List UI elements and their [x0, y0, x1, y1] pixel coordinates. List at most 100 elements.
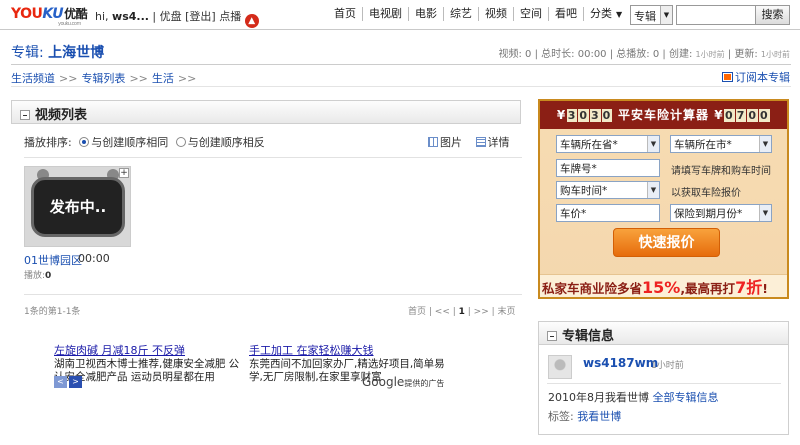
divider: [24, 157, 522, 158]
counter-digit: 7: [735, 109, 747, 122]
ad-prev-button[interactable]: <: [54, 376, 67, 388]
search-scope-select[interactable]: 专辑 ▼: [630, 5, 673, 25]
ad-title-link[interactable]: 手工加工 在家轻松赚大钱: [249, 342, 449, 358]
google-ads-label: Google提供的广告: [362, 375, 444, 389]
owner-username-link[interactable]: ws4187wm: [583, 356, 658, 370]
search-scope-value: 专辑: [634, 10, 656, 23]
counter-digit: 3: [590, 109, 601, 122]
counter-digit: 0: [724, 109, 735, 122]
breadcrumb-separator: >>: [177, 72, 197, 85]
logo-text-you: YOU: [11, 6, 43, 22]
add-icon[interactable]: +: [119, 168, 129, 178]
counter-digit: 0: [759, 109, 770, 122]
avatar[interactable]: [548, 355, 572, 379]
view-mode-toggle: 图片 详情: [428, 134, 510, 150]
grid-view-icon[interactable]: [428, 137, 438, 147]
breadcrumb-album-list[interactable]: 专辑列表: [81, 72, 125, 85]
all-album-info-link[interactable]: 全部专辑信息: [653, 391, 719, 404]
subscribe-album-link[interactable]: 订阅本专辑: [722, 69, 790, 85]
owner-time: 1小时前: [651, 361, 684, 371]
sort-label: 播放排序:: [24, 136, 72, 149]
promo-text: !: [762, 281, 768, 296]
search-input[interactable]: [676, 5, 756, 25]
plate-placeholder: 车牌号*: [560, 163, 597, 175]
collapse-icon[interactable]: [547, 331, 557, 341]
video-thumbnail[interactable]: 发布中.. +: [24, 166, 131, 247]
pager-last[interactable]: 末页: [498, 307, 516, 317]
breadcrumb-life[interactable]: 生活: [152, 72, 174, 85]
province-select[interactable]: 车辆所在省* ▼: [556, 135, 660, 153]
ad-title-link[interactable]: 左旋肉碱 月减18斤 不反弹: [54, 342, 244, 358]
dianbo-link[interactable]: 点播: [219, 10, 241, 23]
pager-current: 1: [458, 307, 465, 317]
city-select[interactable]: 车辆所在市* ▼: [670, 135, 772, 153]
google-ads-suffix: 提供的广告: [404, 379, 445, 388]
breadcrumb-separator: >>: [129, 72, 148, 85]
promo-text: ,最高再打: [680, 281, 736, 296]
pager-first[interactable]: 首页: [408, 307, 426, 317]
username-link[interactable]: ws4...: [112, 10, 149, 23]
sort-same-radio[interactable]: [79, 137, 90, 147]
nav-home[interactable]: 首页: [328, 7, 363, 21]
main-nav: 首页 电视剧 电影 综艺 视频 空间 看吧 分类 ▼: [328, 7, 628, 21]
form-hint: 以获取车险报价: [671, 188, 741, 199]
list-view-icon[interactable]: [475, 137, 486, 147]
ad-next-button[interactable]: >: [69, 376, 82, 388]
title-prefix: 专辑:: [11, 45, 44, 61]
view-image-link[interactable]: 图片: [440, 136, 462, 149]
expiry-select[interactable]: 保险到期月份* ▼: [670, 204, 772, 222]
expiry-value: 保险到期月份*: [674, 208, 743, 220]
created-text: 2010年8月我看世博: [548, 391, 649, 404]
sort-reverse-radio[interactable]: [175, 137, 186, 147]
thumb-status-text: 发布中..: [49, 198, 107, 216]
price-input[interactable]: 车价*: [556, 204, 660, 222]
breadcrumb: 生活频道 >> 专辑列表 >> 生活 >>: [11, 70, 200, 86]
price-placeholder: 车价*: [560, 208, 587, 220]
quick-quote-button[interactable]: 快速报价: [613, 228, 720, 257]
pager-next[interactable]: >>: [474, 307, 489, 317]
video-plays: 播放:0: [24, 268, 51, 281]
nav-space[interactable]: 空间: [514, 7, 549, 21]
logout-link[interactable]: [登出]: [185, 10, 216, 23]
nav-kanba[interactable]: 看吧: [549, 7, 584, 21]
stat-duration: 00:00: [577, 49, 607, 60]
plate-input[interactable]: 车牌号*: [556, 159, 660, 177]
tag-link[interactable]: 我看世博: [577, 410, 621, 423]
tags-label: 标签:: [548, 410, 574, 423]
plays-count: 0: [45, 271, 52, 281]
view-detail-link[interactable]: 详情: [488, 136, 510, 149]
search-button[interactable]: 搜索: [755, 5, 790, 25]
stat-label: 创建:: [668, 49, 693, 60]
breadcrumb-life-channel[interactable]: 生活频道: [11, 72, 55, 85]
chevron-down-icon: ▼: [647, 136, 659, 152]
nav-variety[interactable]: 综艺: [444, 7, 479, 21]
youku-logo[interactable]: YOUKU优酷 youku.com: [11, 5, 88, 27]
album-tags: 标签: 我看世博: [548, 408, 621, 424]
nav-movie[interactable]: 电影: [409, 7, 444, 21]
sort-reverse-label[interactable]: 与创建顺序相反: [188, 136, 265, 149]
chevron-down-icon: ▼: [647, 182, 659, 198]
sort-same-label[interactable]: 与创建顺序相同: [91, 136, 168, 149]
calculator-title: 平安车险计算器: [618, 108, 710, 122]
video-title-link[interactable]: 01世博园区: [24, 252, 82, 268]
pager-prev[interactable]: <<: [435, 307, 450, 317]
page-title: 专辑: 上海世博: [11, 42, 104, 62]
promo-slogan: 私家车商业险多省15%,最高再打7折!: [540, 274, 787, 297]
form-hint: 请填写车牌和购车时间: [671, 166, 771, 177]
stat-updated: 1小时前: [760, 50, 790, 59]
nav-tv[interactable]: 电视剧: [363, 7, 409, 21]
nav-video[interactable]: 视频: [479, 7, 514, 21]
collapse-icon[interactable]: [20, 110, 30, 120]
purchase-time-value: 购车时间*: [560, 185, 608, 197]
ad-navigation: < >: [54, 376, 82, 388]
purchase-time-select[interactable]: 购车时间* ▼: [556, 181, 660, 199]
counter-digit: 3: [566, 109, 578, 122]
counter-digit: 0: [601, 109, 613, 122]
province-value: 车辆所在省*: [560, 139, 618, 151]
upload-arrow-icon[interactable]: ▲: [244, 14, 259, 28]
stat-label: 视频:: [498, 49, 522, 60]
album-info-header: 专辑信息: [538, 321, 789, 345]
youpan-link[interactable]: 优盘: [160, 10, 182, 23]
nav-category[interactable]: 分类 ▼: [584, 7, 628, 21]
logo-text-cn: 优酷: [64, 7, 88, 21]
